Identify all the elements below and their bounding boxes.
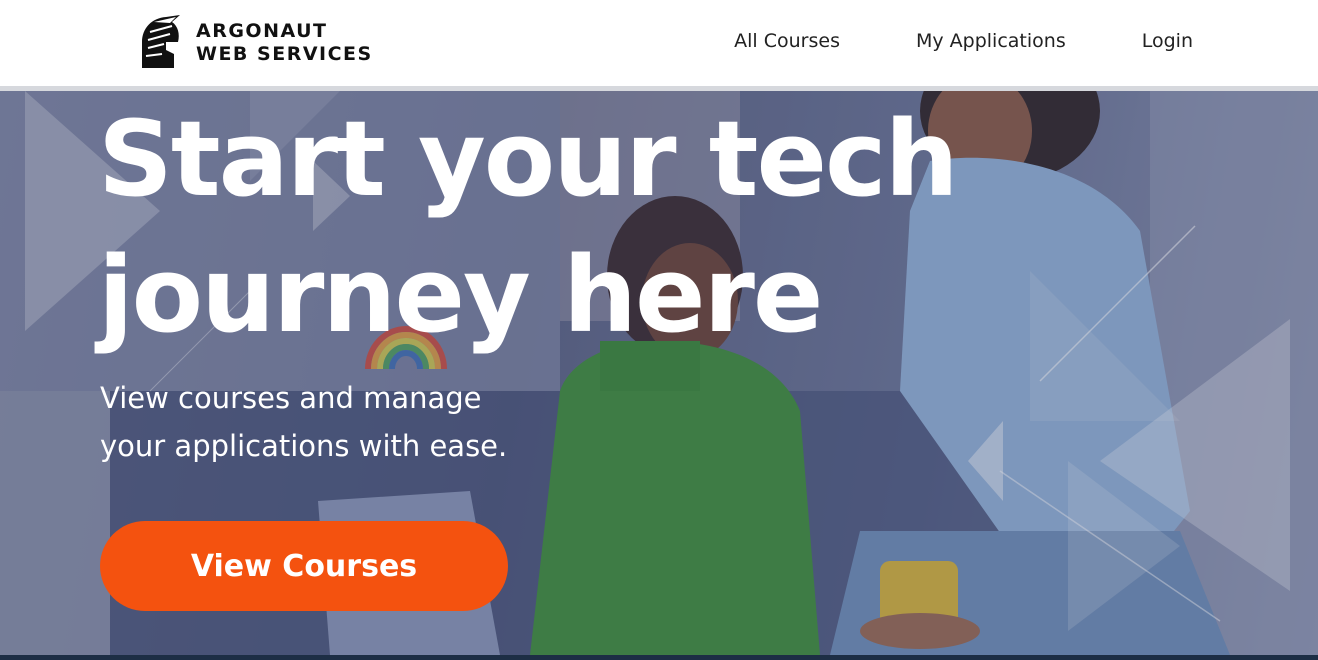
brand-name-line2: WEB SERVICES xyxy=(196,43,373,65)
hero-headline: Start your tech journey here xyxy=(98,91,959,363)
brand-name: ARGONAUT WEB SERVICES xyxy=(196,20,373,66)
nav-link-login[interactable]: Login xyxy=(1142,30,1193,52)
brand-name-line1: ARGONAUT xyxy=(196,20,328,42)
brand-logo[interactable]: ARGONAUT WEB SERVICES xyxy=(136,12,373,74)
spartan-helmet-icon xyxy=(142,15,180,68)
hero-headline-line2: journey here xyxy=(98,234,823,356)
nav-link-all-courses[interactable]: All Courses xyxy=(734,30,840,52)
footer-edge-bar xyxy=(0,655,1318,660)
hero-headline-line1: Start your tech xyxy=(98,98,959,220)
view-courses-button[interactable]: View Courses xyxy=(100,521,508,611)
nav-links: All Courses My Applications Login xyxy=(658,30,1193,52)
top-navigation: ARGONAUT WEB SERVICES All Courses My App… xyxy=(0,0,1318,86)
hero-banner: Start your tech journey here View courses… xyxy=(0,91,1318,655)
hero-subtext-line1: View courses and manage xyxy=(100,381,482,415)
nav-link-my-applications[interactable]: My Applications xyxy=(916,30,1066,52)
hero-subtext-line2: your applications with ease. xyxy=(100,429,508,463)
hero-subtext: View courses and manage your applications… xyxy=(100,374,560,470)
